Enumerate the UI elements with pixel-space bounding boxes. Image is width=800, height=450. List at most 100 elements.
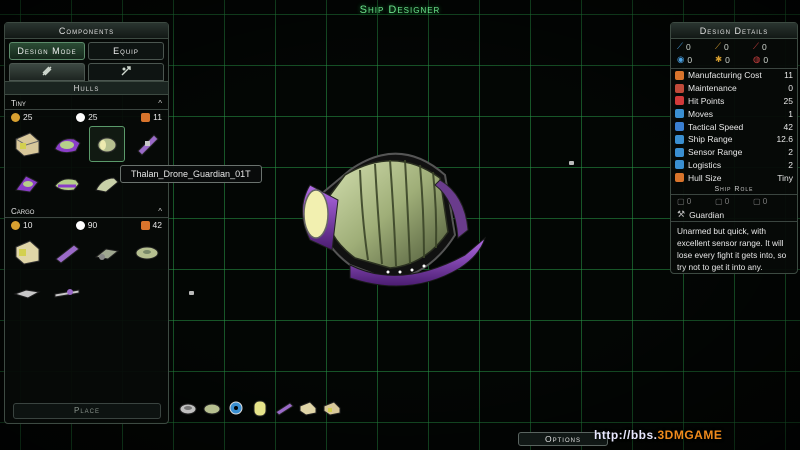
hull-item-selected[interactable] [89,126,125,162]
stat-row: Ship Range 12.6 [671,133,797,146]
stat-label: Moves [688,108,714,119]
production-icon [75,220,85,230]
hull-category-tab[interactable] [9,63,85,81]
armor-icon: ✱ [715,54,723,64]
role-description: Unarmed but quick, with excellent sensor… [677,226,787,273]
hull-size-icon [675,173,684,183]
resource-value: 90 [87,220,98,230]
hull-item[interactable] [89,234,125,270]
tray-component[interactable] [226,398,246,418]
manufacturing-icon [140,220,150,230]
tray-component[interactable] [274,398,294,418]
stat-label: Ship Range [688,134,733,145]
debris-fragment [189,291,194,295]
section-resources: 10 90 42 [5,218,168,232]
category-tabs [5,63,168,81]
credits-icon [11,220,20,230]
ship-model-preview[interactable] [290,140,500,305]
stat-row: Moves 1 [671,107,797,120]
hull-item[interactable] [9,234,45,270]
stat-value: 0 [725,54,730,65]
ship-range-icon [675,134,684,144]
collapse-caret-icon[interactable]: ^ [158,207,162,216]
stat-value: 12.6 [776,134,793,145]
hull-item[interactable] [129,234,165,270]
design-mode-tab[interactable]: Design Mode [9,42,85,60]
resource-cost: 10 [11,220,32,230]
hull-item[interactable] [49,165,85,201]
ship-role[interactable]: ⚒ Guardian [671,208,797,223]
place-button[interactable]: Place [13,403,161,419]
stat-value: 2 [788,147,793,158]
stat-list: Manufacturing Cost 11 Maintenance 0 Hit Poin… [671,68,797,184]
design-details-panel: Design Details ⟋ 0 ⟋ 0 ⟋ 0 ◉ 0 ✱ 0 ◍ 0 Manufac… [670,22,798,274]
stat-row: Sensor Range 2 [671,146,797,159]
tray-component[interactable] [298,398,318,418]
component-category-tab[interactable] [88,63,164,81]
section-header-tiny[interactable]: Tiny ^ [5,98,168,110]
stat-label: Maintenance [688,83,737,94]
stat-row: Hull Size Tiny [671,171,797,184]
production-icon [76,112,86,122]
stat-value: 0 [761,41,767,52]
hull-item[interactable] [49,234,85,270]
stat-label: Hit Points [688,95,725,106]
tray-component[interactable] [250,398,270,418]
hull-category-icon [41,65,53,80]
missile-weapon-icon: ⟋ [753,41,759,51]
mode-tabs: Design Mode Equip [5,39,168,63]
defense-values: ◉ 0 ✱ 0 ◍ 0 [671,52,797,65]
section-resources: 25 25 11 [5,110,168,124]
section-title: Cargo [11,207,35,216]
resource-value: 25 [88,112,98,122]
hulls-header: Hulls [5,81,168,95]
stat-value: 11 [784,70,793,81]
collapse-caret-icon[interactable]: ^ [158,99,162,108]
point-defense-icon: ◍ [753,54,761,64]
stat-row: Logistics 2 [671,159,797,172]
section-header-cargo[interactable]: Cargo ^ [5,206,168,218]
component-category-icon [120,65,132,80]
hull-item[interactable] [9,273,45,309]
logistics-icon [675,160,684,170]
hull-item[interactable] [129,126,165,162]
screen-title-bar: Ship Designer [290,0,510,16]
resource-cost: 90 [75,220,98,230]
equip-tab[interactable]: Equip [88,42,164,60]
credits-icon [11,112,20,122]
stat-value: 42 [783,121,793,132]
section-title: Tiny [11,99,26,108]
stat-value: 0 [763,54,769,65]
role-count-value: 0 [724,197,730,207]
stat-row: Maintenance 0 [671,82,797,95]
resource-cost: 11 [141,112,162,122]
tray-component[interactable] [322,398,342,418]
stat-value: 0 [788,83,793,94]
hull-item[interactable] [49,126,85,162]
tray-component[interactable] [178,398,198,418]
hull-item[interactable] [49,273,85,309]
hull-item[interactable] [9,126,45,162]
shield-icon: ◉ [677,54,685,64]
resource-cost: 25 [11,112,32,122]
tray-component[interactable] [202,398,222,418]
watermark: http://bbs.3DMGAME [594,428,722,442]
role-count: ▢ 0 [715,197,730,207]
hull-item[interactable] [9,165,45,201]
role-counts: ▢ 0 ▢ 0 ▢ 0 [671,195,797,208]
component-tray [178,398,342,418]
stat-value: 0 [687,54,693,65]
ship-role-name: Guardian [689,209,725,220]
maintenance-icon [675,83,684,93]
role-count: ▢ 0 [753,197,768,207]
guardian-role-icon: ⚒ [677,209,686,220]
stat-value: 2 [788,159,793,170]
manufacturing-icon [675,70,684,80]
role-count-value: 0 [686,197,692,207]
hit-points-icon [675,96,684,106]
stat-value: 25 [783,95,793,106]
resource-cost: 25 [76,112,98,122]
role-count-value: 0 [762,197,768,207]
screen-title: Ship Designer [359,4,441,16]
manufacturing-icon [141,112,151,122]
